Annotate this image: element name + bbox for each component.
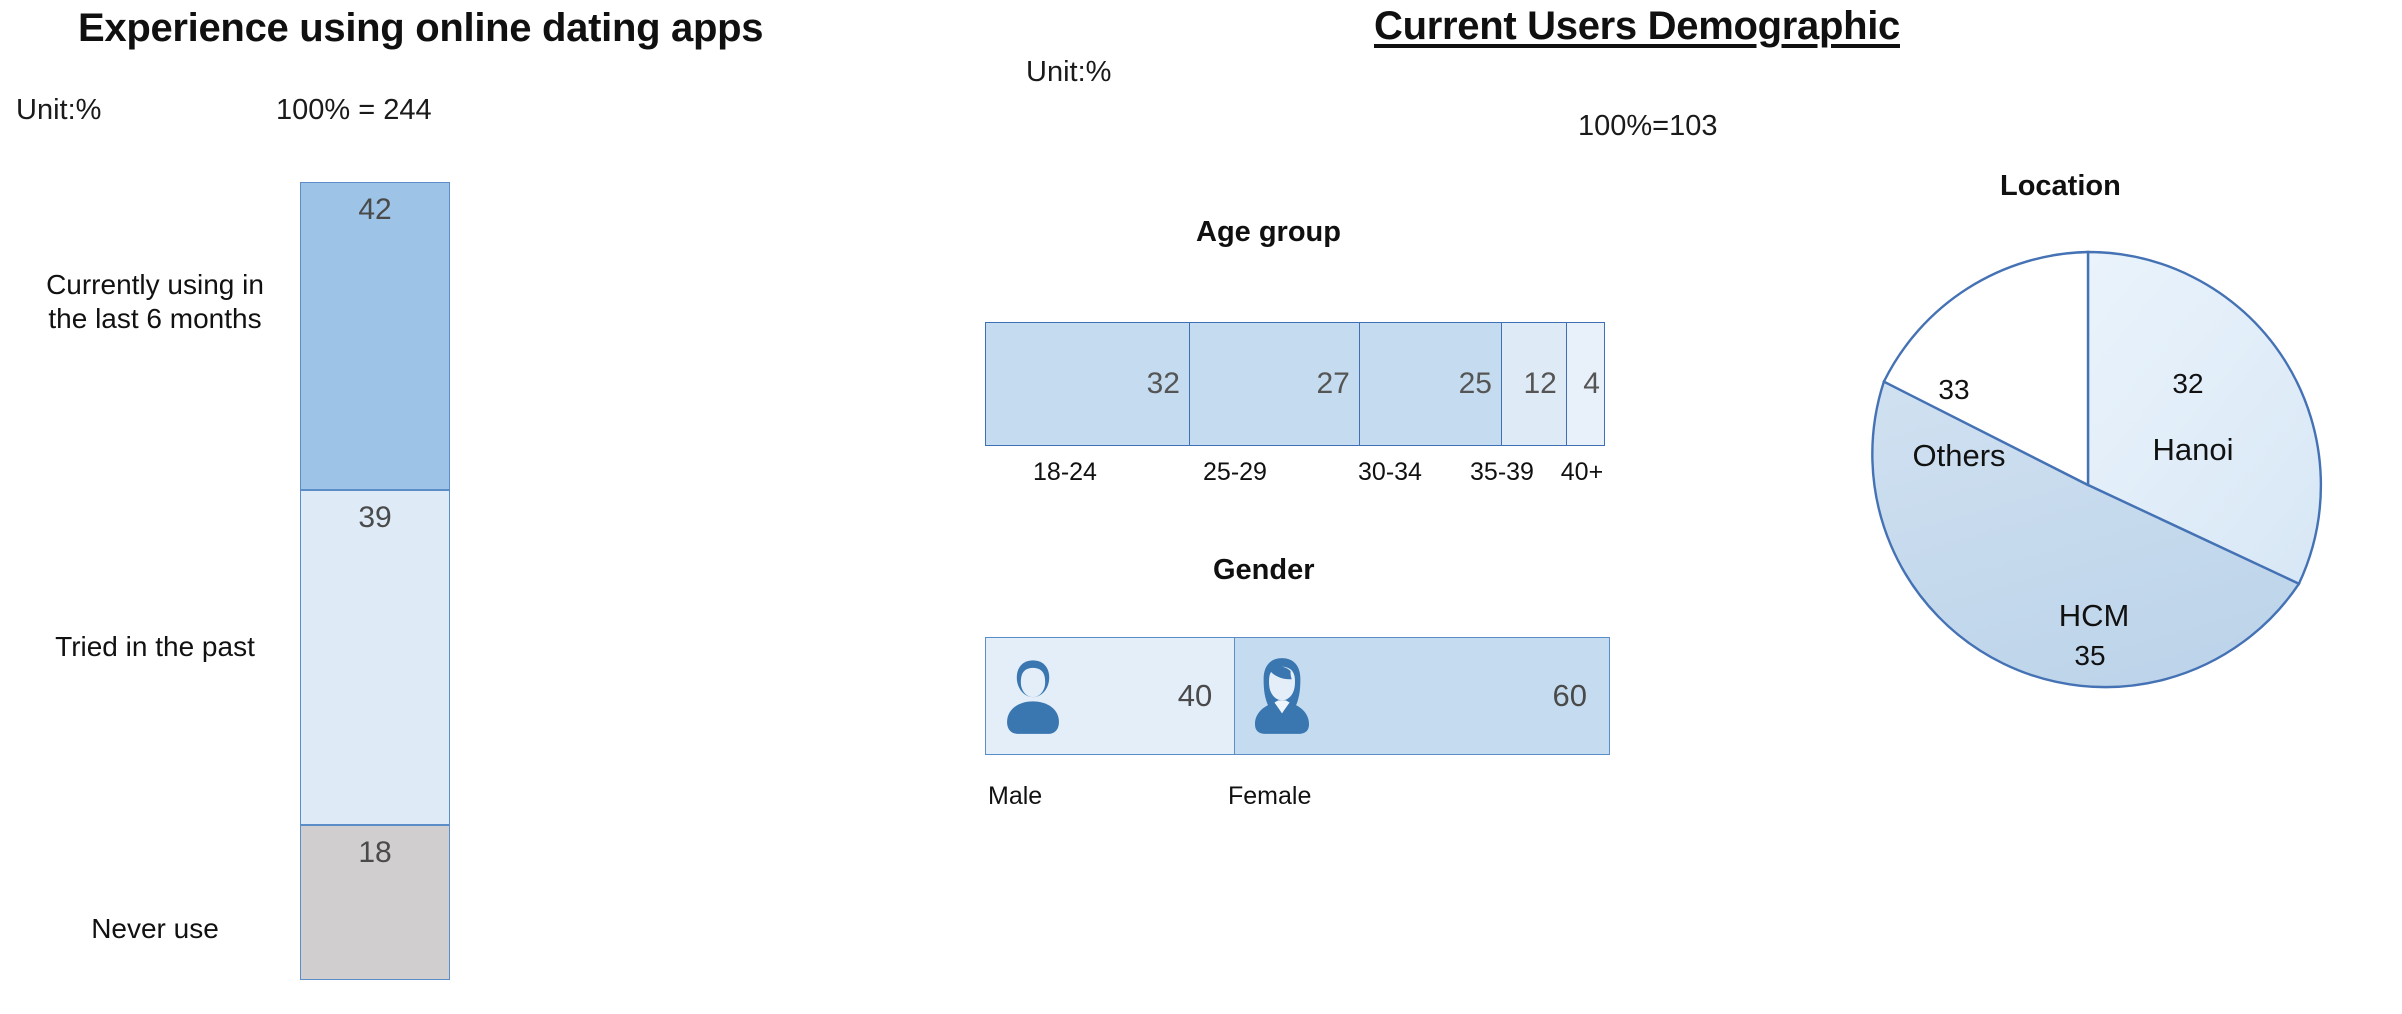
pie-label-others: Others [1912, 438, 2006, 473]
gender-title: Gender [1213, 554, 1315, 586]
left-base-note: 100% = 244 [276, 94, 432, 126]
age-axis-label-18-24: 18-24 [1033, 458, 1097, 486]
gender-label-male: Male [988, 782, 1043, 810]
left-panel-title: Experience using online dating apps [78, 6, 764, 50]
left-unit-note: Unit:% [16, 94, 102, 126]
gender-segment-value: 40 [1177, 678, 1213, 713]
pie-label-hanoi: Hanoi [2152, 432, 2234, 467]
age-segment-25-29[interactable]: 27 [1189, 323, 1360, 445]
pie-value-hanoi: 32 [2172, 368, 2204, 399]
pie-value-others: 33 [1938, 374, 1970, 405]
age-segment-value: 32 [1146, 367, 1180, 400]
bar-segment-value: 39 [358, 501, 392, 534]
pie-label-hcm: HCM [2058, 598, 2130, 633]
age-segment-35-39[interactable]: 12 [1502, 323, 1567, 445]
age-group-bar: 32 27 25 12 4 [985, 322, 1605, 446]
age-segment-value: 25 [1458, 367, 1492, 400]
age-segment-40-plus[interactable]: 4 [1566, 323, 1604, 445]
bar-segment-never-use[interactable]: 18 [300, 825, 450, 980]
gender-segment-male[interactable]: 40 [986, 638, 1236, 754]
age-group-title: Age group [1196, 216, 1341, 248]
category-label-never-use: Never use [91, 913, 219, 944]
gender-segment-value: 60 [1552, 678, 1587, 713]
age-segment-value: 12 [1523, 367, 1557, 400]
bar-segment-value: 18 [358, 836, 392, 869]
category-label-currently-using: Currently using in the last 6 months [46, 269, 264, 334]
gender-bar: 40 60 [985, 637, 1610, 755]
age-segment-value: 4 [1583, 367, 1600, 400]
right-unit-note: Unit:% [1026, 56, 1112, 88]
age-segment-18-24[interactable]: 32 [986, 323, 1190, 445]
location-pie: 32 Hanoi HCM 35 33 Others [1853, 250, 2323, 720]
bar-segment-tried-past[interactable]: 39 [300, 490, 450, 825]
age-axis-label-35-39: 35-39 [1470, 458, 1534, 486]
age-segment-value: 27 [1316, 367, 1350, 400]
location-title: Location [2000, 170, 2121, 202]
age-axis-label-25-29: 25-29 [1203, 458, 1267, 486]
category-label-tried-past: Tried in the past [55, 631, 255, 662]
age-axis-label-30-34: 30-34 [1358, 458, 1422, 486]
bar-segment-currently-using[interactable]: 42 [300, 182, 450, 490]
age-segment-30-34[interactable]: 25 [1359, 323, 1502, 445]
gender-label-female: Female [1228, 782, 1312, 810]
gender-segment-female[interactable]: 60 [1235, 638, 1609, 754]
age-axis-label-40-plus: 40+ [1560, 458, 1604, 486]
male-person-icon [998, 656, 1068, 736]
right-panel-title: Current Users Demographic [1374, 4, 1900, 48]
bar-segment-value: 42 [358, 193, 392, 226]
female-person-icon [1247, 656, 1317, 736]
experience-stacked-bar: 42 39 18 [300, 182, 450, 980]
pie-value-hcm: 35 [2074, 640, 2106, 671]
right-base-note: 100%=103 [1578, 110, 1718, 142]
